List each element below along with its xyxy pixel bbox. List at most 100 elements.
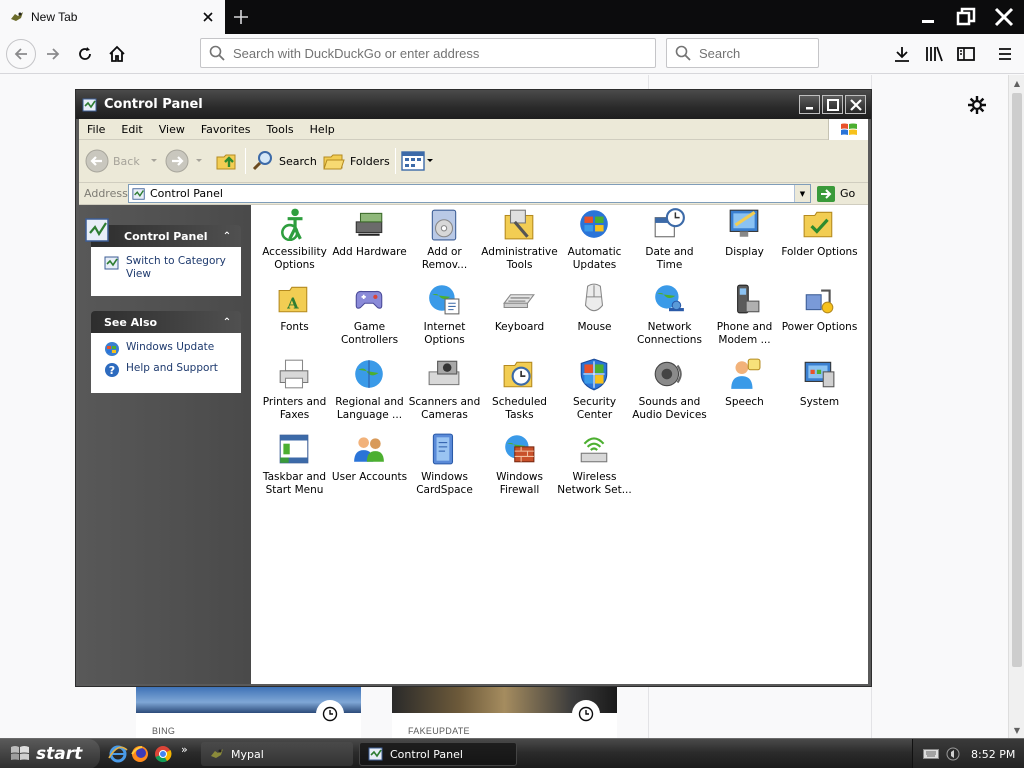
taskbar-item-mypal[interactable]: Mypal <box>201 742 353 766</box>
cp-item-keyboard[interactable]: Keyboard <box>482 280 557 355</box>
cp-item-windows-cardspace[interactable]: Windows CardSpace <box>407 430 482 505</box>
restore-browser-button[interactable] <box>951 3 981 31</box>
control-panel-icon-grid: Accessibility Options Add Hardware Add or … <box>257 205 868 684</box>
cp-item-wireless-network[interactable]: Wireless Network Set... <box>557 430 632 505</box>
new-tab-button[interactable] <box>228 4 254 30</box>
collapse-chevron-icon[interactable]: ⌃ <box>220 229 234 243</box>
cp-item-speech[interactable]: Speech <box>707 355 782 430</box>
cp-item-game-controllers[interactable]: Game Controllers <box>332 280 407 355</box>
toolbar-up-button[interactable] <box>215 148 239 174</box>
back-button[interactable] <box>6 39 36 69</box>
cp-item-taskbar-start-menu[interactable]: Taskbar and Start Menu <box>257 430 332 505</box>
keyboard-icon[interactable] <box>923 748 939 760</box>
cp-item-system[interactable]: System <box>782 355 857 430</box>
window-maximize-button[interactable] <box>822 95 843 114</box>
hamburger-menu-icon <box>999 48 1011 60</box>
date-time-icon <box>654 208 685 238</box>
collapse-chevron-icon[interactable]: ⌃ <box>220 315 234 329</box>
search-input[interactable] <box>699 45 809 61</box>
cp-item-automatic-updates[interactable]: Automatic Updates <box>557 205 632 280</box>
switch-category-view-link[interactable]: Switch to Category View <box>104 255 233 281</box>
cp-item-fonts[interactable]: A Fonts <box>257 280 332 355</box>
menu-button[interactable] <box>991 40 1019 68</box>
cp-item-label: Add Hardware <box>332 246 407 258</box>
close-browser-button[interactable] <box>989 3 1019 31</box>
cp-item-display[interactable]: Display <box>707 205 782 280</box>
search-bar[interactable] <box>666 38 819 68</box>
menu-edit[interactable]: Edit <box>113 123 150 136</box>
library-button[interactable] <box>920 40 948 68</box>
toolbar-back-button[interactable]: Back <box>85 148 160 174</box>
go-button[interactable]: Go <box>817 184 855 203</box>
internet-explorer-icon[interactable] <box>108 744 128 764</box>
minimize-browser-button[interactable] <box>913 3 943 31</box>
cp-item-label: Sounds and Audio Devices <box>632 396 707 421</box>
scroll-down-arrow-icon[interactable]: ▼ <box>1009 722 1024 738</box>
top-site-tile-fakeupdate[interactable]: FAKEUPDATE <box>392 686 617 738</box>
downloads-button[interactable] <box>888 40 916 68</box>
tab-close-button[interactable] <box>197 6 219 28</box>
tab-new-tab[interactable]: New Tab <box>0 0 225 34</box>
cp-item-user-accounts[interactable]: User Accounts <box>332 430 407 505</box>
cp-item-windows-firewall[interactable]: Windows Firewall <box>482 430 557 505</box>
start-button[interactable]: start <box>0 739 100 768</box>
window-minimize-button[interactable] <box>799 95 820 114</box>
toolbar-forward-button[interactable] <box>165 148 205 174</box>
help-support-link[interactable]: ? Help and Support <box>104 362 233 378</box>
cp-item-regional-language[interactable]: Regional and Language ... <box>332 355 407 430</box>
firefox-icon[interactable] <box>130 744 150 764</box>
quick-launch-overflow-icon[interactable]: » <box>181 743 188 756</box>
windows-update-link[interactable]: Windows Update <box>104 341 233 357</box>
taskbar-item-control-panel[interactable]: Control Panel <box>359 742 517 766</box>
cp-item-add-remove-programs[interactable]: Add or Remov... <box>407 205 482 280</box>
tab-title: New Tab <box>31 10 78 24</box>
cp-item-scheduled-tasks[interactable]: Scheduled Tasks <box>482 355 557 430</box>
cp-item-scanners-cameras[interactable]: Scanners and Cameras <box>407 355 482 430</box>
url-bar[interactable] <box>200 38 656 68</box>
start-label: start <box>36 744 83 764</box>
cp-item-date-time[interactable]: Date and Time <box>632 205 707 280</box>
menu-view[interactable]: View <box>151 123 193 136</box>
cp-item-internet-options[interactable]: Internet Options <box>407 280 482 355</box>
page-settings-button[interactable] <box>966 94 988 116</box>
scrollbar-thumb[interactable] <box>1012 93 1022 667</box>
cp-item-phone-modem[interactable]: Phone and Modem ... <box>707 280 782 355</box>
cp-item-security-center[interactable]: Security Center <box>557 355 632 430</box>
forward-button[interactable] <box>39 40 67 68</box>
cp-item-power-options[interactable]: Power Options <box>782 280 857 355</box>
cp-item-mouse[interactable]: Mouse <box>557 280 632 355</box>
cp-item-administrative-tools[interactable]: Administrative Tools <box>481 205 558 280</box>
window-close-button[interactable] <box>845 95 866 114</box>
cp-item-folder-options[interactable]: Folder Options <box>781 205 858 280</box>
panel-header[interactable]: See Also ⌃ <box>91 311 241 333</box>
cp-item-add-hardware[interactable]: Add Hardware <box>332 205 407 280</box>
toolbar-search-button[interactable]: Search <box>251 148 317 174</box>
url-input[interactable] <box>233 45 613 61</box>
top-site-tile-bing[interactable]: BING <box>136 686 361 738</box>
page-scrollbar[interactable]: ▲ ▼ <box>1008 75 1024 738</box>
cp-item-printers-faxes[interactable]: Printers and Faxes <box>257 355 332 430</box>
cp-item-accessibility[interactable]: Accessibility Options <box>257 205 332 280</box>
window-menu-bar: File Edit View Favorites Tools Help <box>79 119 868 140</box>
home-button[interactable] <box>103 40 131 68</box>
panel-header[interactable]: Control Panel ⌃ <box>85 218 241 247</box>
menu-tools[interactable]: Tools <box>259 123 302 136</box>
toolbar-views-button[interactable] <box>401 148 435 174</box>
volume-icon[interactable] <box>945 746 961 762</box>
cp-item-network-connections[interactable]: Network Connections <box>632 280 707 355</box>
cp-item-sounds-audio[interactable]: Sounds and Audio Devices <box>632 355 707 430</box>
menu-file[interactable]: File <box>79 123 113 136</box>
cp-item-label: Internet Options <box>423 321 466 346</box>
address-dropdown-button[interactable]: ▼ <box>794 185 810 202</box>
toolbar-folders-button[interactable]: Folders <box>322 148 390 174</box>
panel-body: Switch to Category View <box>91 247 241 296</box>
sidebar-button[interactable] <box>952 40 980 68</box>
scroll-up-arrow-icon[interactable]: ▲ <box>1009 75 1024 91</box>
address-input[interactable]: Control Panel ▼ <box>128 184 811 203</box>
window-title-bar[interactable]: Control Panel <box>76 90 871 119</box>
chrome-icon[interactable] <box>153 744 173 764</box>
menu-favorites[interactable]: Favorites <box>193 123 259 136</box>
task-pane: Control Panel ⌃ Switch to Category View … <box>79 205 251 684</box>
menu-help[interactable]: Help <box>302 123 343 136</box>
reload-button[interactable] <box>71 40 99 68</box>
